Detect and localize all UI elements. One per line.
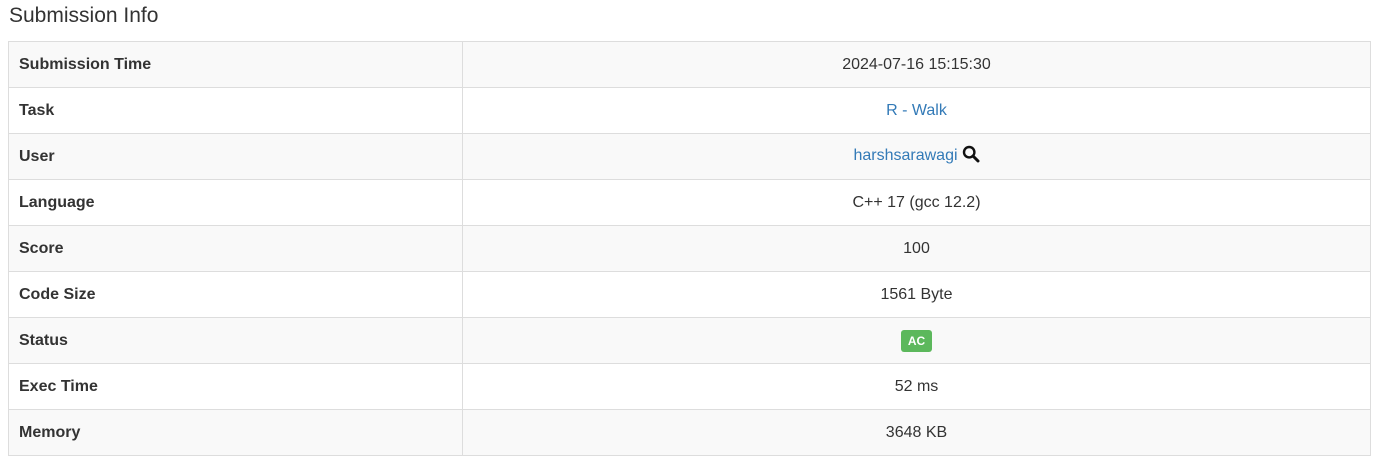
submission-info-page: Submission Info Submission Time 2024-07-… — [0, 0, 1383, 475]
table-row-task: Task R - Walk — [8, 87, 1371, 134]
table-row-exec-time: Exec Time 52 ms — [8, 363, 1371, 410]
table-row-submission-time: Submission Time 2024-07-16 15:15:30 — [8, 41, 1371, 88]
row-label: User — [8, 133, 463, 180]
status-badge: AC — [900, 329, 933, 352]
row-label: Score — [8, 225, 463, 272]
submission-time-value: 2024-07-16 15:15:30 — [462, 41, 1371, 88]
table-row-language: Language C++ 17 (gcc 12.2) — [8, 179, 1371, 226]
score-value: 100 — [462, 225, 1371, 272]
row-label: Submission Time — [8, 41, 463, 88]
table-row-score: Score 100 — [8, 225, 1371, 272]
table-row-memory: Memory 3648 KB — [8, 409, 1371, 456]
user-link[interactable]: harshsarawagi — [853, 147, 957, 164]
row-label: Code Size — [8, 271, 463, 318]
table-row-code-size: Code Size 1561 Byte — [8, 271, 1371, 318]
user-cell: harshsarawagi — [462, 133, 1371, 180]
code-size-value: 1561 Byte — [462, 271, 1371, 318]
table-row-user: User harshsarawagi — [8, 133, 1371, 180]
memory-value: 3648 KB — [462, 409, 1371, 456]
row-label: Status — [8, 317, 463, 364]
row-label: Exec Time — [8, 363, 463, 410]
submission-info-table: Submission Time 2024-07-16 15:15:30 Task… — [8, 41, 1371, 456]
exec-time-value: 52 ms — [462, 363, 1371, 410]
row-label: Memory — [8, 409, 463, 456]
language-value: C++ 17 (gcc 12.2) — [462, 179, 1371, 226]
search-icon[interactable] — [962, 145, 980, 169]
table-row-status: Status AC — [8, 317, 1371, 364]
section-title: Submission Info — [9, 4, 159, 27]
row-label: Task — [8, 87, 463, 134]
status-cell: AC — [462, 317, 1371, 364]
row-label: Language — [8, 179, 463, 226]
task-link[interactable]: R - Walk — [886, 102, 947, 119]
task-cell: R - Walk — [462, 87, 1371, 134]
